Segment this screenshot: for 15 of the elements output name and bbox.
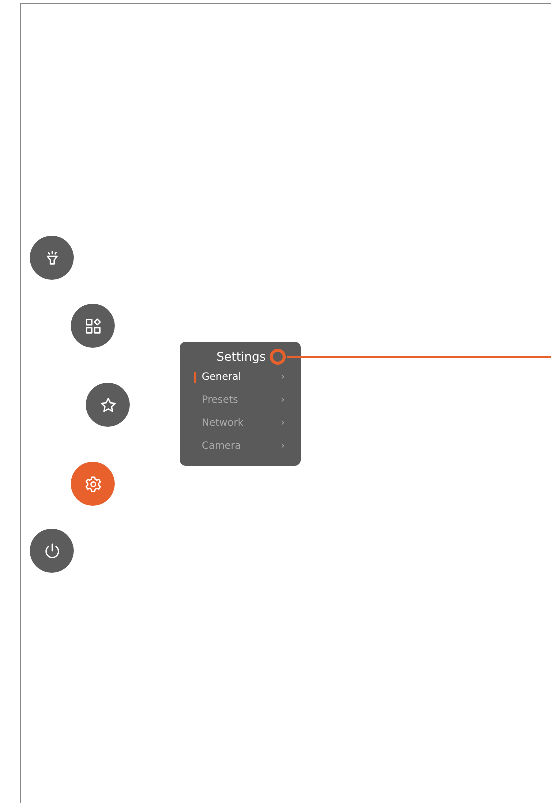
power-icon [42,542,62,560]
dial-button[interactable] [71,462,115,506]
dial-button[interactable] [30,236,74,280]
settings-icon [84,474,102,494]
dial-button[interactable] [71,304,115,348]
star-icon [98,396,118,414]
menu-item[interactable]: Camera › [180,435,301,458]
dial-button[interactable] [86,383,130,427]
apps-icon [84,316,102,336]
menu-item[interactable]: Network › [180,412,301,435]
anchor-ring-icon [270,349,286,365]
menu-item[interactable]: Presets › [180,389,301,412]
menu-item[interactable]: General › [180,366,301,389]
dial-button[interactable] [30,529,74,573]
menu-title: Settings [216,350,266,364]
